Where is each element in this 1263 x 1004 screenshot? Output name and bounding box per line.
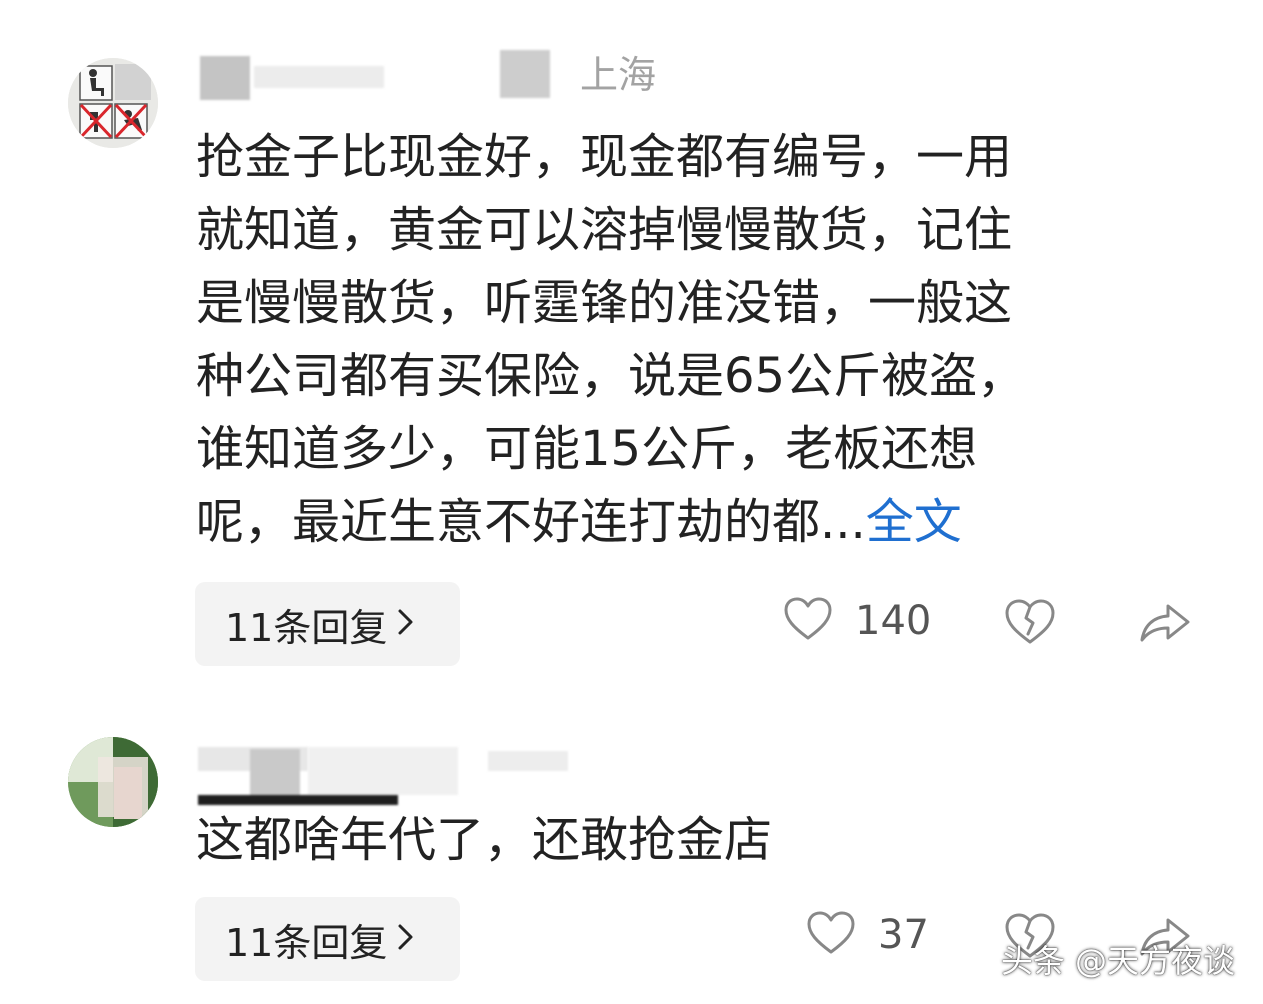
- comment-text-line: 是慢慢散货，听霆锋的准没错，一般这: [196, 275, 1013, 331]
- username-redacted: [254, 66, 384, 88]
- comment-text-line: 就知道，黄金可以溶掉慢慢散货，记住: [196, 202, 1013, 258]
- chevron-right-icon: [397, 602, 415, 646]
- comment-text-line: 这都啥年代了，还敢抢金店: [196, 812, 773, 868]
- avatar[interactable]: [68, 737, 158, 827]
- comment-text-line: 谁知道多少，可能15公斤，老板还想: [196, 421, 978, 477]
- comment-text[interactable]: 这都啥年代了，还敢抢金店: [196, 804, 1176, 877]
- comment-text-line: 抢金子比现金好，现金都有编号，一用: [196, 129, 1013, 185]
- comment-text-line: 呢，最近生意不好连打劫的都...全文: [196, 486, 1176, 559]
- replies-count-label: 11条回复: [225, 605, 388, 650]
- comment-text[interactable]: 抢金子比现金好，现金都有编号，一用 就知道，黄金可以溶掉慢慢散货，记住 是慢慢散…: [196, 121, 1176, 559]
- view-replies-button[interactable]: 11条回复: [195, 897, 460, 981]
- username-redacted: [308, 747, 458, 795]
- heart-outline-icon: [806, 910, 856, 960]
- comment-text-line: 种公司都有买保险，说是65公斤被盗，: [196, 348, 1026, 404]
- username-redacted: [200, 56, 250, 100]
- broken-heart-icon: [1004, 598, 1056, 650]
- chevron-right-icon: [397, 917, 415, 961]
- comment-text-truncated: 呢，最近生意不好连打劫的都...: [196, 494, 866, 550]
- comment-item: 上海 抢金子比现金好，现金都有编号，一用 就知道，黄金可以溶掉慢慢散货，记住 是…: [0, 0, 1263, 700]
- watermark: 头条 @天方夜谈: [1000, 942, 1235, 980]
- avatar-image: [68, 737, 158, 827]
- avatar-image: [68, 58, 158, 148]
- heart-outline-icon: [783, 596, 833, 646]
- like-count: 37: [878, 912, 929, 958]
- avatar[interactable]: [68, 58, 158, 148]
- view-replies-button[interactable]: 11条回复: [195, 582, 460, 666]
- share-button[interactable]: [1138, 598, 1192, 650]
- like-button[interactable]: 140: [783, 596, 931, 646]
- replies-count-label: 11条回复: [225, 920, 388, 965]
- like-count: 140: [855, 598, 932, 644]
- badge-redacted: [500, 50, 550, 98]
- location-redacted: [488, 751, 568, 771]
- dislike-button[interactable]: [1004, 598, 1056, 650]
- location-label: 上海: [580, 53, 657, 97]
- username-redacted: [250, 749, 300, 801]
- share-arrow-icon: [1138, 598, 1192, 650]
- like-button[interactable]: 37: [806, 910, 929, 960]
- expand-full-text-link[interactable]: 全文: [866, 494, 962, 550]
